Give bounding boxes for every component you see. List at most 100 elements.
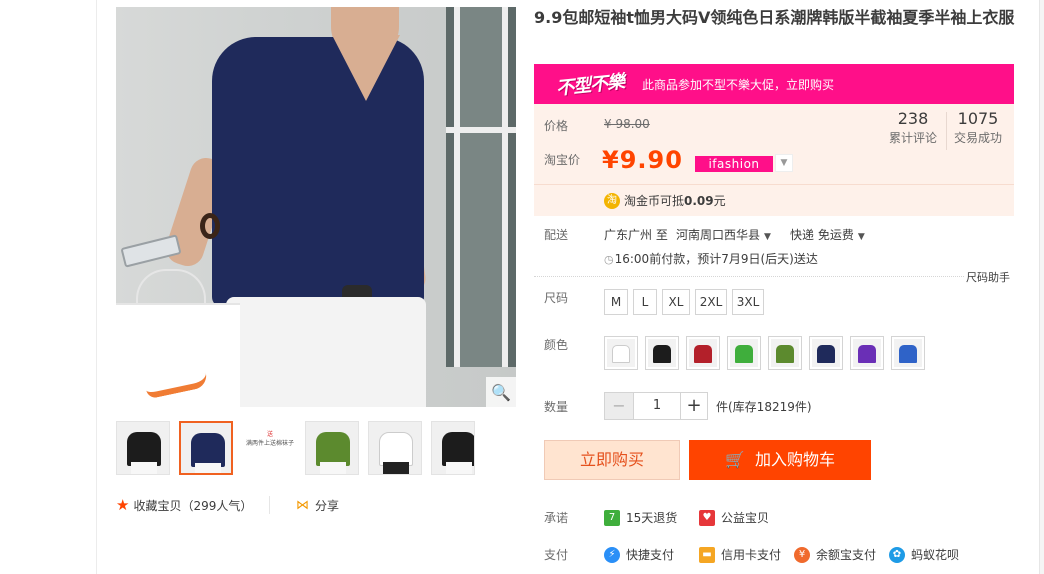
color-option-thumbnail xyxy=(894,339,922,367)
image-vneck xyxy=(332,35,400,101)
ifashion-badge[interactable]: ifashion xyxy=(695,156,773,172)
promise-return[interactable]: 7 15天退货 xyxy=(604,509,677,526)
payment-quick-label: 快捷支付 xyxy=(626,548,675,562)
share-button[interactable]: ⋈ 分享 xyxy=(296,496,339,514)
promo-logo: 不型不樂 xyxy=(555,71,626,100)
color-option-1[interactable] xyxy=(604,336,638,370)
shipping-label: 配送 xyxy=(544,228,569,242)
payment-yuebao-label: 余额宝支付 xyxy=(816,548,877,562)
shipping-eta: ◷16:00前付款，预计7月9日(后天)送达 xyxy=(604,252,818,266)
promise-label: 承诺 xyxy=(544,511,569,525)
color-option-2[interactable] xyxy=(645,336,679,370)
size-option-l[interactable]: L xyxy=(633,289,657,315)
payment-label: 支付 xyxy=(544,548,569,562)
return-icon: 7 xyxy=(604,509,620,526)
size-label: 尺码 xyxy=(544,291,569,305)
caret-down-icon: ▼ xyxy=(764,232,771,242)
reviews-label: 累计评论 xyxy=(888,131,937,145)
image-window xyxy=(446,7,516,367)
zoom-icon[interactable]: 🔍 xyxy=(486,377,516,407)
sales-label: 交易成功 xyxy=(953,131,1002,145)
color-option-5[interactable] xyxy=(768,336,802,370)
coin-text: 淘金币可抵0.09元 xyxy=(624,194,726,208)
thumbnail-2[interactable] xyxy=(179,421,233,475)
quantity-label: 数量 xyxy=(544,400,569,414)
size-option-xl[interactable]: XL xyxy=(662,289,690,315)
coin-icon: 淘 xyxy=(604,192,620,209)
chevron-down-icon[interactable]: ▼ xyxy=(775,154,793,172)
color-option-thumbnail xyxy=(648,339,676,367)
reviews-count: 238 xyxy=(897,109,929,128)
quantity-input[interactable]: 1 xyxy=(633,393,681,419)
color-option-thumbnail xyxy=(771,339,799,367)
price-label: 价格 xyxy=(544,119,569,133)
taobao-price-label: 淘宝价 xyxy=(544,153,581,167)
size-option-2xl[interactable]: 2XL xyxy=(695,289,727,315)
thumbnail-promo-text: 送 满两件上送棉袜子 xyxy=(245,431,294,447)
size-option-m[interactable]: M xyxy=(604,289,628,315)
shipping-from: 广东广州 至 xyxy=(604,228,668,242)
shipping-destination-select[interactable]: 河南周口西华县 ▼ xyxy=(676,226,771,243)
color-option-6[interactable] xyxy=(809,336,843,370)
color-option-thumbnail xyxy=(689,339,717,367)
thumbnail-strip: 送 满两件上送棉袜子 xyxy=(116,421,516,477)
dotted-divider xyxy=(534,276,964,277)
share-label: 分享 xyxy=(315,498,340,513)
payment-credit-card-label: 信用卡支付 xyxy=(721,548,782,562)
payment-huabei-label: 蚂蚁花呗 xyxy=(911,548,960,562)
promise-return-label: 15天退货 xyxy=(626,511,678,525)
size-helper-link[interactable]: 尺码助手 xyxy=(966,269,1010,285)
thumbnail-6[interactable] xyxy=(431,421,475,475)
quantity-increase-button[interactable]: + xyxy=(681,393,707,419)
action-divider xyxy=(269,496,270,514)
color-option-4[interactable] xyxy=(727,336,761,370)
taobao-coin-row: 淘 淘金币可抵0.09元 xyxy=(534,184,1014,216)
add-to-cart-label: 加入购物车 xyxy=(754,450,835,469)
credit-card-icon: ▬ xyxy=(699,546,715,563)
image-bracelet xyxy=(200,213,220,239)
sales-stat: 1075 交易成功 xyxy=(948,108,1008,146)
left-border xyxy=(96,0,97,574)
image-pants xyxy=(226,297,426,407)
payment-huabei[interactable]: ✿ 蚂蚁花呗 xyxy=(889,546,959,563)
sales-count: 1075 xyxy=(957,109,999,128)
quick-pay-icon: ⚡ xyxy=(604,546,620,563)
main-product-image[interactable]: 🔍 xyxy=(116,7,516,407)
original-price: ¥ 98.00 xyxy=(604,117,650,131)
size-option-3xl[interactable]: 3XL xyxy=(732,289,764,315)
add-to-cart-button[interactable]: 🛒 加入购物车 xyxy=(689,440,871,480)
scrollbar-track[interactable] xyxy=(1040,0,1044,574)
color-option-8[interactable] xyxy=(891,336,925,370)
quantity-stepper: − 1 + xyxy=(604,392,708,420)
caret-down-icon: ▼ xyxy=(857,232,865,242)
reviews-stat[interactable]: 238 累计评论 xyxy=(883,108,943,146)
color-option-7[interactable] xyxy=(850,336,884,370)
payment-quick[interactable]: ⚡ 快捷支付 xyxy=(604,546,674,563)
thumbnail-3[interactable]: 送 满两件上送棉袜子 xyxy=(242,421,296,475)
promise-charity-label: 公益宝贝 xyxy=(721,511,770,525)
collect-label: 收藏宝贝（299人气） xyxy=(133,498,253,513)
color-option-3[interactable] xyxy=(686,336,720,370)
collect-button[interactable]: ★ 收藏宝贝（299人气） xyxy=(116,496,252,514)
promise-charity[interactable]: ♥ 公益宝贝 xyxy=(699,509,769,526)
share-icon: ⋈ xyxy=(296,497,309,513)
stock-text: 件(库存18219件) xyxy=(716,400,812,414)
buy-now-button[interactable]: 立即购买 xyxy=(544,440,680,480)
color-option-thumbnail xyxy=(853,339,881,367)
color-option-thumbnail xyxy=(730,339,758,367)
stat-divider xyxy=(946,112,947,150)
quantity-decrease-button[interactable]: − xyxy=(605,393,633,419)
clock-icon: ◷ xyxy=(604,253,614,266)
thumbnail-1[interactable] xyxy=(116,421,170,475)
promo-text: 此商品参加不型不樂大促，立即购买 xyxy=(642,77,835,92)
payment-yuebao[interactable]: ¥ 余额宝支付 xyxy=(794,546,876,563)
promo-banner[interactable]: 不型不樂 此商品参加不型不樂大促，立即购买 xyxy=(534,64,1014,104)
thumbnail-4[interactable] xyxy=(305,421,359,475)
color-option-thumbnail xyxy=(607,339,635,367)
taobao-price: ¥9.90 xyxy=(602,146,683,174)
yuebao-icon: ¥ xyxy=(794,546,810,563)
thumbnail-5[interactable] xyxy=(368,421,422,475)
payment-credit-card[interactable]: ▬ 信用卡支付 xyxy=(699,546,781,563)
star-icon: ★ xyxy=(116,495,130,514)
shipping-method-select[interactable]: 快递 免运费 ▼ xyxy=(790,226,865,243)
